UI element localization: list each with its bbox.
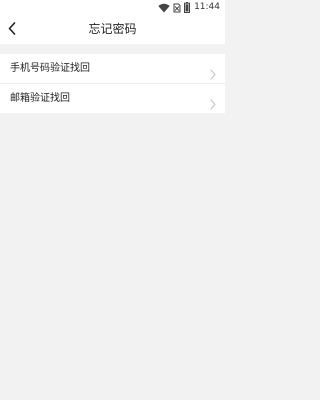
page-title: 忘记密码: [88, 22, 137, 36]
status-time: 11:44: [194, 2, 220, 12]
chevron-left-icon: [8, 20, 16, 39]
status-icons: 11:44: [158, 1, 220, 13]
phone-recovery-label: 手机号码验证找回: [10, 63, 90, 74]
back-button[interactable]: [4, 21, 20, 37]
chevron-right-icon: [209, 93, 217, 110]
status-bar: 11:44: [0, 0, 225, 14]
chevron-right-icon: [209, 63, 217, 80]
email-recovery-label: 邮箱验证找回: [10, 93, 70, 104]
email-recovery-item[interactable]: 邮箱验证找回: [0, 83, 225, 113]
header-bar: 忘记密码: [0, 14, 225, 44]
recovery-options-list: 手机号码验证找回 邮箱验证找回: [0, 54, 225, 113]
phone-recovery-item[interactable]: 手机号码验证找回: [0, 54, 225, 83]
